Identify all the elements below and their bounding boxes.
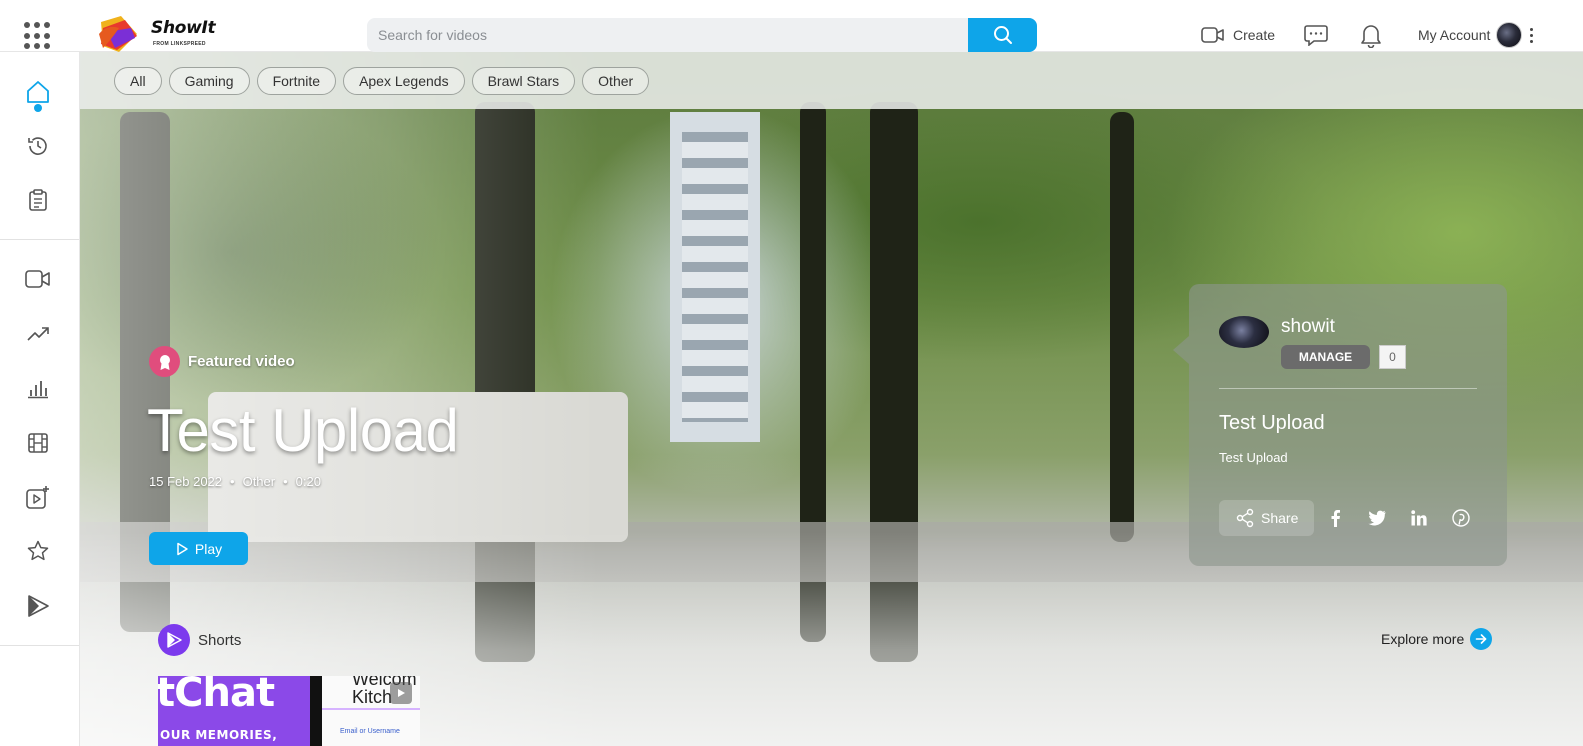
thumbnail-text: Email or Username [340,728,400,735]
account-menu[interactable]: My Account [1418,22,1534,48]
channel-avatar[interactable] [1219,316,1269,348]
create-button[interactable]: Create [1201,22,1275,48]
explore-more-label: Explore more [1381,631,1465,647]
search-bar [367,18,1037,52]
sidebar-item-trending[interactable] [24,320,52,348]
sidebar [0,52,80,746]
account-label: My Account [1418,27,1491,43]
shorts-label: Shorts [198,631,242,649]
search-input[interactable] [367,18,967,52]
thumbnail-divider [310,676,322,746]
share-button[interactable]: Share [1219,500,1315,536]
award-icon [149,346,180,377]
sidebar-item-favorites[interactable] [24,537,52,565]
play-label: Play [194,540,223,557]
sidebar-divider [0,645,79,646]
star-icon [27,540,49,561]
category-filters: All Gaming Fortnite Apex Legends Brawl S… [80,52,1583,109]
short-thumbnail[interactable]: tChat OUR MEMORIES, [158,676,310,746]
explore-more-link[interactable]: Explore more [1381,628,1493,650]
sidebar-item-home[interactable] [24,78,52,106]
card-divider [1219,388,1477,389]
featured-meta: 15 Feb 2022 • Other • 0:20 [149,474,321,489]
active-indicator [34,104,42,112]
share-icon [1236,508,1254,528]
filter-chip[interactable]: Gaming [168,66,250,95]
meta-separator: • [283,474,288,489]
short-thumbnail[interactable]: Welcom Kitch Email or Username [322,676,420,746]
sidebar-item-movies[interactable] [24,429,52,457]
subscriber-count: 0 [1379,345,1406,369]
video-camera-icon [1201,27,1224,43]
logo[interactable]: ShowIt FROM LINKSPREED [97,12,217,56]
filter-chip[interactable]: Other [582,66,650,95]
search-icon [993,26,1012,44]
add-video-icon [26,486,49,509]
sidebar-item-playlist[interactable] [24,186,52,214]
channel-card: showit MANAGE 0 Test Upload Test Upload … [1173,284,1507,566]
filter-chip[interactable]: Brawl Stars [471,66,576,95]
background-tree [1110,112,1134,542]
clipboard-icon [29,189,47,211]
featured-badge: Featured video [149,346,295,377]
manage-button[interactable]: MANAGE [1281,345,1370,369]
shorts-icon [158,624,190,656]
sidebar-divider [0,239,79,240]
logo-subtitle: FROM LINKSPREED [153,41,206,47]
play-icon [177,542,188,555]
avatar [1496,22,1523,48]
top-bar: ShowIt FROM LINKSPREED Create My Account [0,0,1583,52]
more-options-icon[interactable] [1530,27,1534,43]
logo-mark-icon [99,16,137,52]
film-icon [28,433,48,453]
messages-icon[interactable] [1304,24,1328,46]
featured-title: Test Upload [147,397,459,464]
create-label: Create [1233,27,1276,43]
thumbnail-text: tChat [158,676,275,716]
filter-chip[interactable]: Apex Legends [343,66,465,95]
linkedin-icon[interactable] [1398,500,1440,536]
twitter-icon[interactable] [1356,500,1398,536]
play-icon [390,682,412,704]
sidebar-item-stats[interactable] [24,374,52,402]
thumbnail-bar [322,708,420,710]
card-video-description: Test Upload [1219,450,1288,465]
sidebar-item-videos[interactable] [24,265,52,293]
featured-category[interactable]: Other [243,474,276,489]
share-label: Share [1261,510,1299,526]
pinterest-icon[interactable] [1440,500,1482,536]
sidebar-item-add-video[interactable] [24,484,52,512]
featured-hero: All Gaming Fortnite Apex Legends Brawl S… [80,52,1583,746]
filter-chip[interactable]: Fortnite [256,66,337,95]
facebook-icon[interactable] [1314,500,1356,536]
trending-icon [27,327,49,341]
sidebar-item-shorts[interactable] [24,592,52,620]
play-button[interactable]: Play [149,532,248,565]
arrow-right-icon [1470,628,1493,650]
share-row: Share [1219,500,1482,536]
channel-name[interactable]: showit [1281,316,1335,338]
thumbnail-text: OUR MEMORIES, [160,728,278,742]
featured-date: 15 Feb 2022 [149,474,223,489]
bar-chart-icon [28,381,48,399]
notifications-bell-icon[interactable] [1360,22,1382,48]
video-camera-icon [25,270,50,288]
background-building [670,112,760,442]
apps-grid-icon[interactable] [24,22,52,50]
card-pointer [1173,336,1189,364]
history-icon [28,137,47,155]
sidebar-item-history[interactable] [24,132,52,160]
home-icon [27,81,49,103]
card-video-title: Test Upload [1219,412,1325,434]
filter-chip[interactable]: All [114,66,162,95]
logo-text: ShowIt [151,18,216,38]
shorts-header: Shorts [158,624,241,656]
shorts-icon [28,595,49,617]
featured-label: Featured video [188,353,295,370]
meta-separator: • [230,474,235,489]
search-button[interactable] [968,18,1037,52]
featured-duration: 0:20 [295,474,321,489]
